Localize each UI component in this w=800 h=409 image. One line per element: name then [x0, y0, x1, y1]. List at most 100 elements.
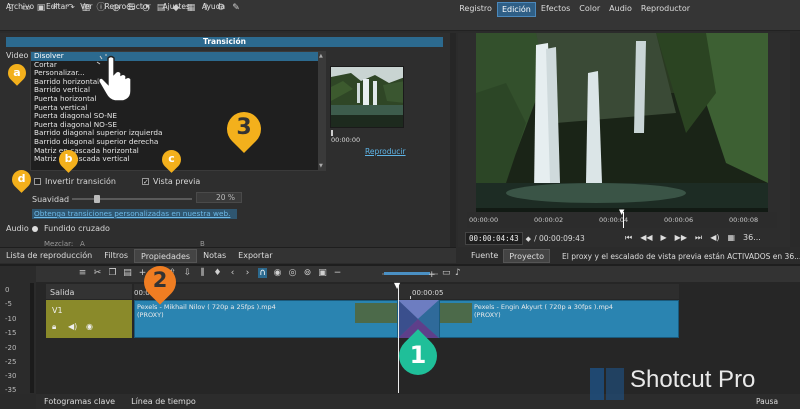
- split-icon[interactable]: ⫼: [198, 268, 207, 278]
- softness-slider[interactable]: [72, 198, 192, 200]
- peak-meter-icon[interactable]: ▥: [81, 3, 91, 14]
- crossfade-radio[interactable]: [32, 226, 38, 232]
- copy-icon[interactable]: ❐: [108, 268, 117, 278]
- zoom-out-icon[interactable]: −: [333, 268, 342, 278]
- zoom-fit-icon[interactable]: ▭: [442, 268, 451, 278]
- annotation-label: b: [64, 152, 73, 165]
- invert-checkbox[interactable]: [34, 178, 41, 185]
- tab-keyframes[interactable]: Fotogramas clave: [36, 397, 123, 406]
- invert-transition-row[interactable]: Invertir transición: [34, 177, 116, 186]
- timeline-ruler[interactable]: 00:00:00 00:00:05: [134, 284, 679, 299]
- tab-audio[interactable]: Audio: [605, 2, 636, 17]
- new-file-icon[interactable]: ▯: [6, 3, 16, 14]
- v1-track-header[interactable]: V1 🔒︎ ◀) ◉: [46, 300, 132, 338]
- transport-controls: ⏮ ◀◀ ▶ ▶▶ ⏭ ◀) ▦ 36...: [625, 233, 761, 243]
- tab-reproductor[interactable]: Reproductor: [637, 2, 694, 17]
- prev-marker-icon[interactable]: ‹: [228, 268, 237, 278]
- left-panel-tabs: Lista de reproducción Filtros Propiedade…: [0, 247, 456, 263]
- tab-playlist[interactable]: Lista de reproducción: [0, 249, 98, 263]
- scrub-icon[interactable]: ◉: [273, 268, 282, 278]
- skip-start-icon[interactable]: ⏮: [625, 233, 632, 243]
- history-icon[interactable]: ◔: [141, 3, 151, 14]
- list-item[interactable]: Disolver: [31, 52, 325, 61]
- volume-icon[interactable]: ◀): [710, 233, 719, 243]
- rewind-icon[interactable]: ◀◀: [640, 233, 652, 243]
- preview-row[interactable]: ✓ Vista previa: [142, 177, 200, 186]
- ripple-all-icon[interactable]: ⊚: [303, 268, 312, 278]
- zoom-in-icon[interactable]: +: [428, 270, 436, 280]
- ripple-icon[interactable]: ◎: [288, 268, 297, 278]
- redo-icon[interactable]: ↷: [66, 3, 76, 14]
- tab-registro[interactable]: Registro: [455, 2, 496, 17]
- timeline-clip-2[interactable]: Pexels - Engin Akyurt ( 720p a 30fps ).m…: [439, 300, 679, 338]
- zoom-value[interactable]: 36...: [743, 233, 761, 243]
- tab-properties[interactable]: Propiedades: [134, 248, 198, 263]
- next-marker-icon[interactable]: ›: [243, 268, 252, 278]
- record-audio-icon[interactable]: ♪: [455, 268, 461, 278]
- marker-icon[interactable]: ♦: [213, 268, 222, 278]
- overwrite-icon[interactable]: ⇩: [183, 268, 192, 278]
- snap-icon[interactable]: ∩: [258, 268, 267, 278]
- transition-preview-thumbnail: [330, 66, 404, 128]
- play-icon[interactable]: ▶: [661, 233, 667, 243]
- mute-icon[interactable]: ◀): [68, 322, 77, 331]
- eye-icon[interactable]: ◉: [86, 322, 93, 331]
- ruler-tick: [410, 296, 411, 299]
- video-viewer[interactable]: [476, 33, 768, 213]
- play-link[interactable]: Reproducir: [365, 147, 406, 156]
- lock-icon[interactable]: 🔒︎: [52, 322, 56, 332]
- tab-edicion[interactable]: Edición: [496, 2, 536, 17]
- db-mark: -30: [5, 372, 17, 380]
- viewer-scrollbar[interactable]: [790, 33, 800, 247]
- db-mark: -15: [5, 329, 17, 337]
- thumb-time: 00:00:00: [331, 136, 361, 144]
- ripple-markers-icon[interactable]: ▣: [318, 268, 327, 278]
- fast-forward-icon[interactable]: ▶▶: [675, 233, 687, 243]
- timeline-icon[interactable]: ▦: [186, 3, 196, 14]
- cut-icon[interactable]: ✂: [93, 268, 102, 278]
- playhead-marker-icon: ▼: [619, 208, 625, 216]
- grid-icon[interactable]: ▦: [727, 233, 735, 243]
- keyframes-icon[interactable]: ◆: [171, 3, 181, 14]
- clip-2-label: Pexels - Engin Akyurt ( 720p a 30fps ).m…: [474, 303, 613, 319]
- current-timecode[interactable]: 00:00:04:43: [465, 232, 523, 245]
- export-icon[interactable]: ⇪: [201, 3, 211, 14]
- recent-icon[interactable]: ◷: [111, 3, 121, 14]
- custom-transitions-link[interactable]: Obtenga transiciones personalizadas en n…: [32, 209, 237, 219]
- duration: / 00:00:09:43: [534, 234, 585, 243]
- db-mark: 0: [5, 286, 10, 294]
- tab-timeline[interactable]: Línea de tiempo: [123, 397, 204, 406]
- tab-efectos[interactable]: Efectos: [537, 2, 574, 17]
- tab-export[interactable]: Exportar: [232, 249, 278, 263]
- playlist-icon[interactable]: ☰: [126, 3, 136, 14]
- ruler-mark: 00:00:05: [412, 289, 444, 297]
- preview-checkbox[interactable]: ✓: [142, 178, 149, 186]
- notes-icon[interactable]: ✎: [231, 3, 241, 14]
- db-mark: -10: [5, 315, 17, 323]
- clip-2-thumbnail: [440, 303, 472, 323]
- jobs-icon[interactable]: ⚙: [216, 3, 226, 14]
- tab-filters[interactable]: Filtros: [98, 249, 134, 263]
- tab-fuente[interactable]: Fuente: [466, 249, 503, 263]
- softness-value[interactable]: 20 %: [196, 192, 242, 203]
- tab-notes[interactable]: Notas: [197, 249, 232, 263]
- skip-end-icon[interactable]: ⏭: [695, 233, 702, 243]
- preview-label: Vista previa: [153, 177, 201, 186]
- list-scrollbar[interactable]: ▲ ▼: [318, 52, 325, 170]
- paste-icon[interactable]: ▤: [123, 268, 132, 278]
- tab-proyecto[interactable]: Proyecto: [503, 249, 551, 263]
- viewer-ruler[interactable]: 00:00:00 00:00:02 00:00:04 00:00:06 00:0…: [467, 208, 777, 228]
- timeline-playhead[interactable]: [398, 283, 399, 393]
- timeline-clip-1[interactable]: Pexels - Mikhail Nilov ( 720p a 25fps ).…: [134, 300, 398, 338]
- properties-icon[interactable]: ⓘ: [96, 3, 106, 14]
- menu-icon[interactable]: ≡: [78, 268, 87, 278]
- timecode-spin-icon[interactable]: ◆: [526, 235, 531, 243]
- ruler-tick-label: 00:00:02: [534, 216, 564, 224]
- panel-scrollbar[interactable]: [450, 33, 456, 247]
- save-icon[interactable]: ▣: [36, 3, 46, 14]
- undo-icon[interactable]: ↶: [51, 3, 61, 14]
- tab-color[interactable]: Color: [575, 2, 604, 17]
- softness-slider-handle[interactable]: [94, 195, 100, 203]
- filters-icon[interactable]: ▤: [156, 3, 166, 14]
- open-folder-icon[interactable]: ▭: [21, 3, 31, 14]
